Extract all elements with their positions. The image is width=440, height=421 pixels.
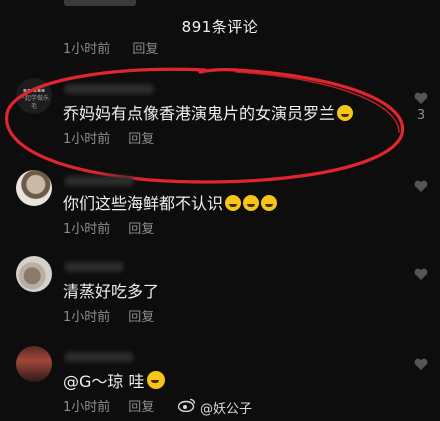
weibo-logo-icon [178, 398, 196, 412]
reply-button[interactable]: 回复 [128, 222, 154, 237]
laughing-tears-emoji-icon [243, 195, 260, 211]
comment-meta: 1小时前 回复 [63, 306, 154, 325]
comment-meta: 1小时前 回复 [63, 128, 154, 147]
comment-time: 1小时前 [63, 400, 111, 415]
comment-text: @G～琼 哇 [63, 368, 165, 392]
heart-icon[interactable] [414, 268, 428, 280]
reply-button[interactable]: 回复 [128, 132, 154, 147]
comment-time: 1小时前 [63, 222, 111, 237]
avatar[interactable] [16, 346, 52, 382]
avatar[interactable]: ▪▪ ▪▪▪ 一起学做乐毛 [16, 78, 52, 114]
reply-button[interactable]: 回复 [132, 42, 158, 57]
username[interactable] [64, 352, 134, 362]
username[interactable] [64, 176, 134, 186]
comment-time: 1小时前 [63, 310, 111, 325]
avatar[interactable] [16, 256, 52, 292]
weibo-watermark: @妖公子 [178, 396, 258, 418]
username[interactable] [64, 262, 124, 272]
comment-time: 1小时前 [63, 132, 111, 147]
like-count: 3 [416, 108, 426, 123]
comment-meta: 1小时前 回复 [63, 396, 154, 415]
comment-item: 清蒸好吃多了 1小时前 回复 [0, 256, 440, 326]
comment-count-title: 891条评论 [181, 18, 259, 36]
user-mention[interactable]: @G～琼 [63, 372, 123, 391]
avatar[interactable] [16, 170, 52, 206]
comment-text: 你们这些海鲜都不认识 [63, 190, 278, 214]
avatar-badge: ▪▪ ▪▪▪ 一起学做乐毛 [18, 87, 49, 110]
previous-comment-meta: 1小时前 回复 [63, 38, 176, 57]
previous-item-edge [64, 0, 136, 6]
comment-text: 乔妈妈有点像香港演鬼片的女演员罗兰 [63, 100, 354, 124]
comment-item: 你们这些海鲜都不认识 1小时前 回复 [0, 170, 440, 240]
watermark-text: @妖公子 [200, 402, 253, 417]
heart-icon[interactable] [414, 358, 428, 370]
comment-item: ▪▪ ▪▪▪ 一起学做乐毛 乔妈妈有点像香港演鬼片的女演员罗兰 1小时前 回复 3 [0, 76, 440, 176]
reply-button[interactable]: 回复 [128, 400, 154, 415]
reply-button[interactable]: 回复 [128, 310, 154, 325]
comment-time: 1小时前 [63, 42, 111, 57]
comment-meta: 1小时前 回复 [63, 218, 154, 237]
comment-text: 清蒸好吃多了 [63, 282, 160, 301]
astonished-emoji-icon [146, 371, 165, 389]
username[interactable] [64, 84, 154, 94]
heart-icon[interactable] [414, 92, 428, 104]
laughing-tears-emoji-icon [225, 195, 242, 211]
laughing-tears-emoji-icon [337, 105, 354, 121]
heart-icon[interactable] [414, 180, 428, 192]
laughing-tears-emoji-icon [261, 195, 278, 211]
